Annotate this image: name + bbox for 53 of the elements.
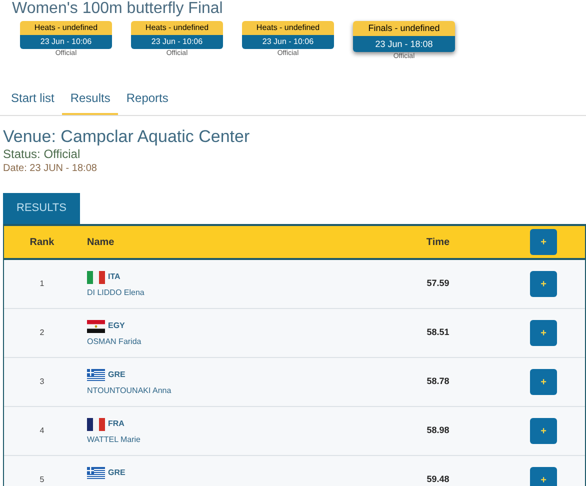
country-code: ITA bbox=[108, 271, 120, 283]
country-code: GRE bbox=[108, 467, 126, 479]
expand-button[interactable]: + bbox=[530, 271, 557, 297]
rank-cell-text: 3 bbox=[38, 376, 46, 388]
rank-cell-text: 2 bbox=[38, 327, 46, 339]
expand-button[interactable]: + bbox=[530, 229, 557, 255]
rank-cell-text: 5 bbox=[38, 474, 46, 486]
phase-card[interactable]: Heats - undefined 23 Jun - 10:06 bbox=[20, 21, 112, 49]
athlete-name: NTOUNTOUNAKI Anna bbox=[87, 386, 172, 396]
phase-label: Heats - undefined bbox=[131, 21, 223, 35]
athlete-name: OSMAN Farida bbox=[87, 336, 142, 346]
time-cell-text: 57.59 bbox=[426, 277, 450, 290]
column-header: Name bbox=[86, 236, 116, 250]
event-title: Women's 100m butterfly Final bbox=[11, 0, 224, 18]
results-tab[interactable]: RESULTS bbox=[3, 193, 80, 224]
country-code: EGY bbox=[108, 320, 125, 332]
time-cell-text: 58.51 bbox=[426, 326, 450, 340]
flag-icon bbox=[87, 270, 105, 284]
venue-heading: Venue: Campclar Aquatic Center bbox=[2, 127, 251, 147]
tab[interactable]: Reports bbox=[118, 86, 176, 115]
country-code: FRA bbox=[108, 418, 124, 430]
expand-button[interactable]: + bbox=[530, 418, 557, 444]
phase-time: 23 Jun - 18:08 bbox=[353, 36, 455, 52]
column-header: Time bbox=[425, 236, 451, 250]
phase-card[interactable]: Heats - undefined 23 Jun - 10:06 bbox=[131, 21, 223, 49]
phase-card[interactable]: Heats - undefined 23 Jun - 10:06 bbox=[242, 21, 334, 49]
rank-cell-text: 1 bbox=[38, 278, 46, 290]
phase-label: Finals - undefined bbox=[353, 21, 455, 36]
date-text: Date: 23 JUN - 18:08 bbox=[2, 162, 98, 176]
tab[interactable]: Start list bbox=[3, 86, 62, 115]
flag-icon bbox=[87, 466, 105, 480]
flag-icon bbox=[87, 368, 105, 382]
tab[interactable]: Results bbox=[62, 86, 118, 115]
phase-time: 23 Jun - 10:06 bbox=[242, 35, 334, 49]
time-cell-text: 58.78 bbox=[426, 375, 450, 388]
athlete-name: WATTEL Marie bbox=[87, 434, 142, 444]
flag-icon bbox=[87, 320, 105, 332]
country-code: GRE bbox=[108, 369, 126, 381]
phase-time: 23 Jun - 10:06 bbox=[131, 35, 223, 49]
time-cell-text: 59.48 bbox=[426, 473, 450, 486]
expand-button[interactable]: + bbox=[530, 369, 557, 395]
phase-time: 23 Jun - 10:06 bbox=[20, 35, 112, 49]
time-cell-text: 58.98 bbox=[426, 424, 450, 438]
flag-icon bbox=[87, 418, 105, 430]
rank-cell-text: 4 bbox=[38, 425, 46, 437]
expand-button[interactable]: + bbox=[530, 320, 557, 346]
status-text: Status: Official bbox=[2, 147, 82, 162]
phase-label: Heats - undefined bbox=[20, 21, 112, 35]
phase-card[interactable]: Finals - undefined 23 Jun - 18:08 bbox=[353, 21, 455, 52]
phase-label: Heats - undefined bbox=[242, 21, 334, 35]
column-header: Rank bbox=[28, 236, 56, 250]
expand-button[interactable]: + bbox=[530, 467, 557, 486]
athlete-name: DI LIDDO Elena bbox=[87, 288, 146, 298]
